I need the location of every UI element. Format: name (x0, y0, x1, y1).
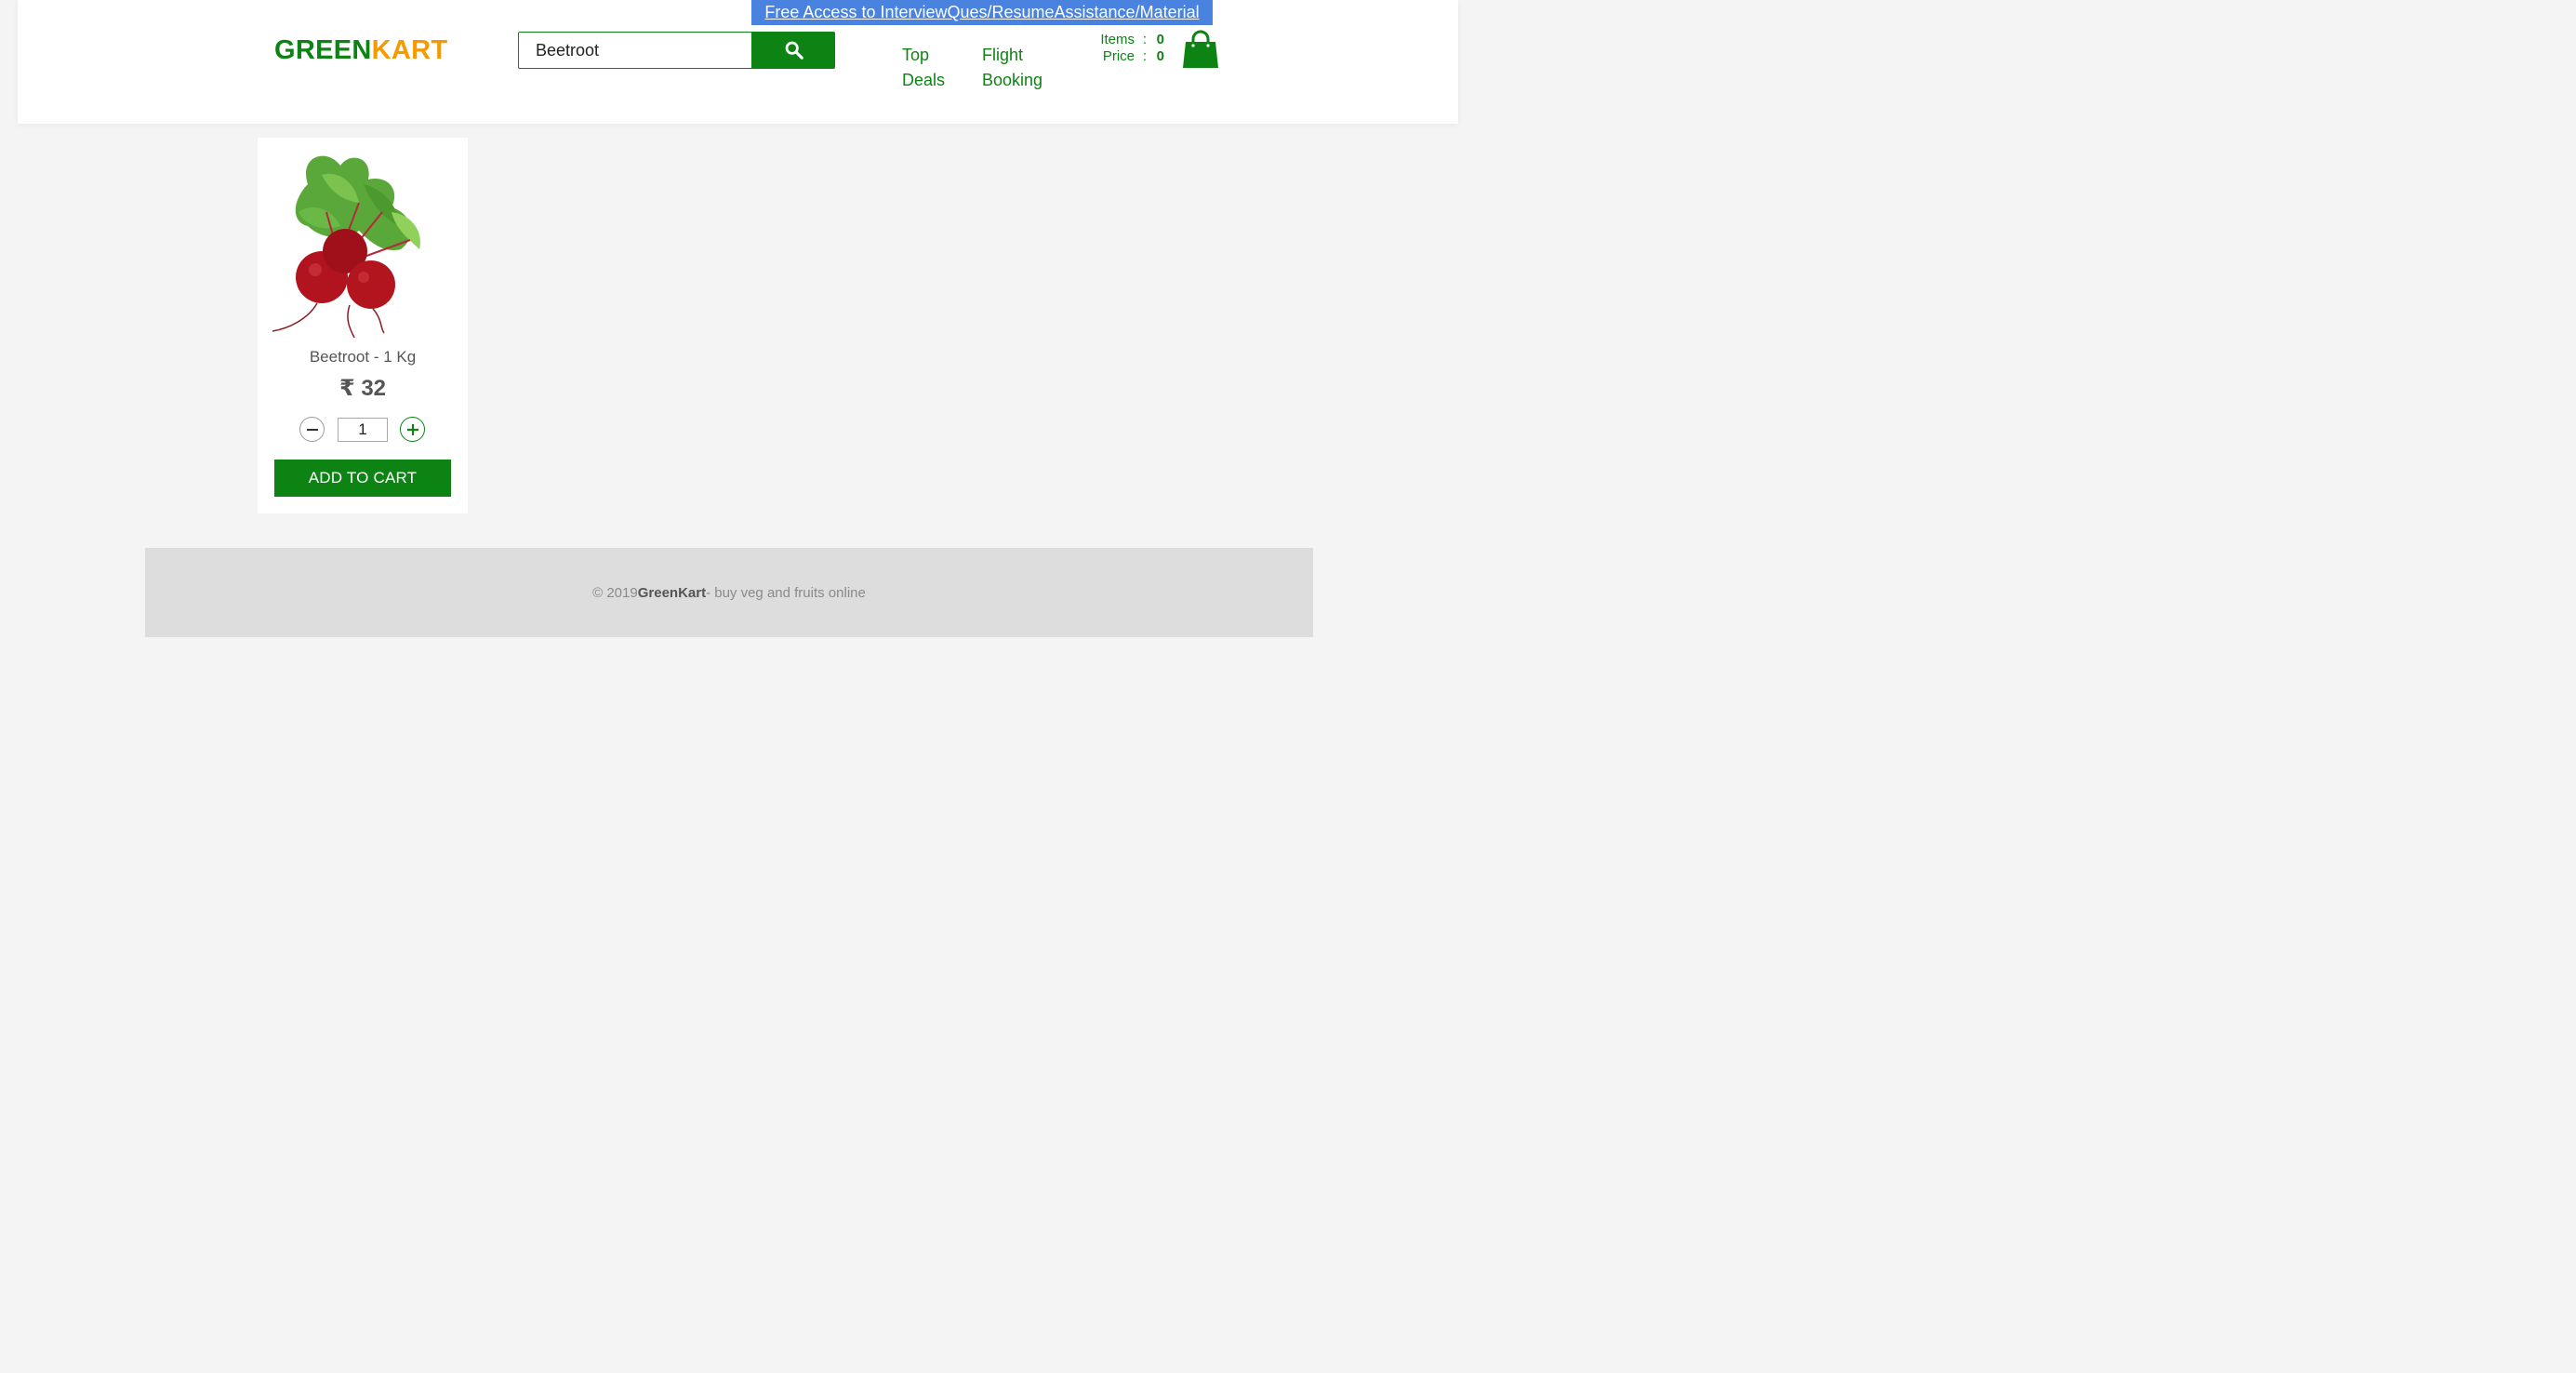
add-to-cart-button[interactable]: ADD TO CART (274, 460, 451, 497)
site-footer: © 2019 GreenKart - buy veg and fruits on… (145, 548, 1313, 637)
search-button[interactable] (752, 32, 835, 69)
product-name: Beetroot - 1 Kg (309, 348, 417, 366)
logo-kart-part: KART (371, 35, 448, 65)
decrement-button[interactable] (299, 417, 325, 442)
cart-price-value: 0 (1156, 48, 1164, 64)
logo-green-part: GREEN (274, 35, 372, 65)
quantity-input[interactable] (338, 418, 388, 442)
product-price: ₹ 32 (339, 376, 387, 401)
cart-items-row: Items : 0 (1079, 32, 1164, 48)
footer-tagline: - buy veg and fruits online (706, 584, 866, 601)
beetroot-image (271, 147, 455, 339)
cart-items-label: Items (1100, 32, 1135, 47)
cart-price-label: Price (1102, 48, 1135, 64)
top-deals-link[interactable]: Top Deals (902, 43, 958, 93)
promo-link[interactable]: Free Access to InterviewQues/ResumeAssis… (751, 0, 1213, 25)
cart-price-row: Price : 0 (1079, 48, 1164, 65)
search-icon (785, 41, 803, 60)
greenkart-logo[interactable]: GREENKART (274, 35, 447, 66)
flight-booking-line1: Flight (982, 46, 1024, 64)
footer-brand: GreenKart (637, 584, 707, 601)
flight-booking-link[interactable]: Flight Booking (982, 43, 1056, 93)
plus-icon (406, 423, 418, 435)
top-deals-line2: Deals (902, 71, 946, 89)
flight-booking-line2: Booking (982, 71, 1043, 89)
increment-button[interactable] (400, 417, 425, 442)
shopping-bag-icon[interactable] (1182, 30, 1219, 70)
cart-items-count: 0 (1156, 32, 1164, 47)
footer-copyright: © 2019 (592, 584, 638, 601)
cart-summary: Items : 0 Price : 0 (1079, 32, 1164, 65)
cart-price-separator: : (1142, 48, 1148, 64)
search-input[interactable] (518, 32, 752, 69)
top-deals-line1: Top (902, 46, 930, 64)
minus-icon (306, 428, 318, 431)
cart-items-separator: : (1142, 32, 1148, 47)
product-card: Beetroot - 1 Kg ₹ 32 ADD TO CART (258, 138, 468, 513)
